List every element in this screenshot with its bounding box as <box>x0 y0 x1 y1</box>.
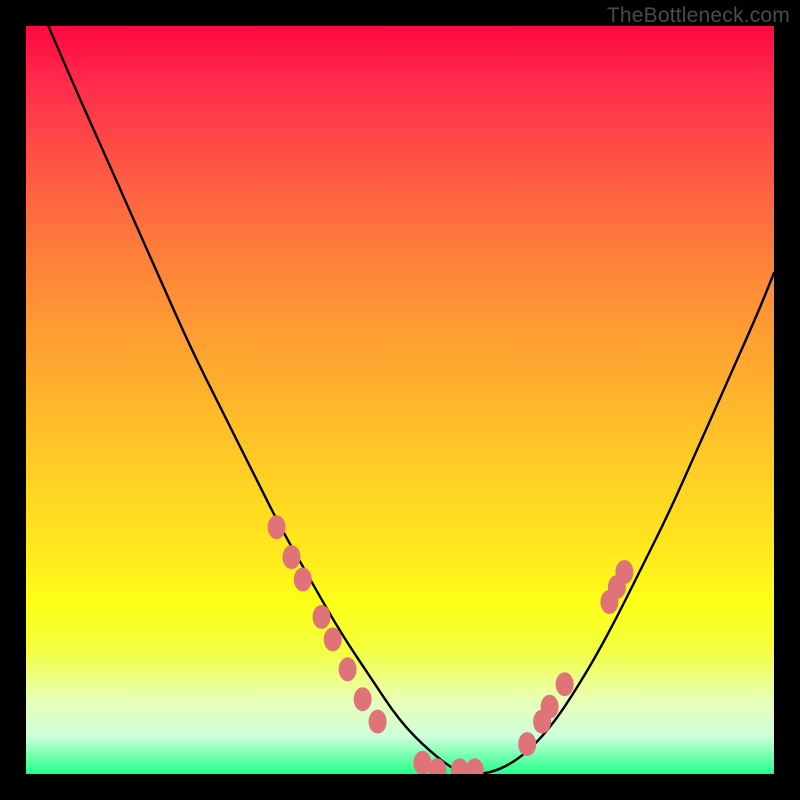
highlight-dot <box>268 515 286 539</box>
highlight-dot <box>466 758 484 774</box>
highlight-dot <box>556 672 574 696</box>
highlight-dots <box>268 515 634 774</box>
highlight-dot <box>518 732 536 756</box>
highlight-dot <box>283 545 301 569</box>
chart-svg <box>26 26 774 774</box>
chart-frame: TheBottleneck.com <box>0 0 800 800</box>
bottleneck-curve <box>48 26 774 774</box>
highlight-dot <box>615 560 633 584</box>
highlight-dot <box>369 710 387 734</box>
highlight-dot <box>313 605 331 629</box>
highlight-dot <box>339 657 357 681</box>
highlight-dot <box>324 627 342 651</box>
highlight-dot <box>354 687 372 711</box>
chart-plot-area <box>26 26 774 774</box>
highlight-dot <box>294 568 312 592</box>
highlight-dot <box>541 695 559 719</box>
watermark-text: TheBottleneck.com <box>607 4 790 28</box>
